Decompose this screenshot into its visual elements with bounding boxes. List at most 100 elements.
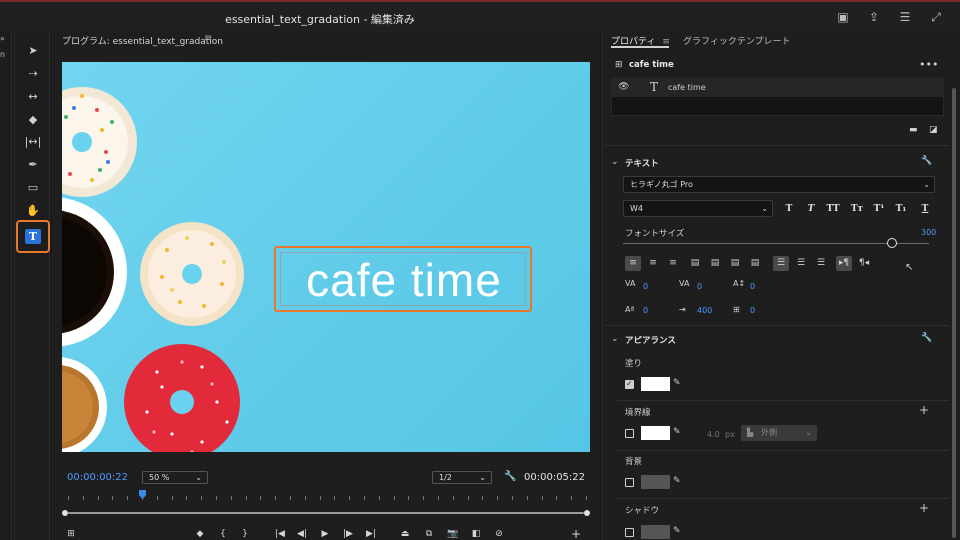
align-right-button[interactable]: ≡ (665, 256, 681, 271)
stroke-checkbox[interactable] (625, 429, 634, 438)
shadow-color-swatch[interactable] (641, 525, 670, 539)
zoom-select[interactable]: 50 % ⌄ (142, 471, 208, 484)
tsume-value[interactable]: 400 (697, 306, 712, 315)
font-weight-select[interactable]: W4 ⌄ (623, 200, 773, 217)
scrollbar-thumb[interactable] (952, 88, 956, 538)
pen-tool-icon[interactable]: ✒ (23, 156, 43, 174)
faux-italic-button[interactable]: T (805, 204, 817, 216)
slip-tool-icon[interactable]: |↔| (23, 133, 43, 151)
rtl-direction-button[interactable]: ¶◂ (856, 256, 872, 271)
go-to-in-icon[interactable]: |◀ (273, 527, 287, 540)
add-button-icon[interactable]: + (569, 527, 583, 540)
ltr-direction-button[interactable]: ▸¶ (836, 256, 852, 271)
caption-selection-box[interactable]: cafe time (274, 246, 532, 312)
add-stroke-icon[interactable]: + (919, 403, 929, 417)
align-bottom-button[interactable]: ☰ (813, 256, 829, 271)
play-icon[interactable]: ▶ (318, 527, 332, 540)
underline-button[interactable]: T (919, 204, 931, 216)
layer-row[interactable]: 👁 T cafe time (612, 79, 943, 97)
settings-wrench-icon[interactable]: 🔧 (504, 471, 516, 482)
mark-out-icon[interactable]: } (238, 527, 252, 540)
tracking-value[interactable]: 0 (697, 282, 702, 291)
go-to-out-icon[interactable]: ▶| (364, 527, 378, 540)
add-marker-icon[interactable]: ◆ (193, 527, 207, 540)
tab-graphic-templates[interactable]: グラフィックテンプレート (683, 34, 791, 47)
justify-left-button[interactable]: ▤ (687, 256, 703, 271)
scrollbar-start-handle[interactable] (62, 510, 68, 516)
step-back-icon[interactable]: ◀| (295, 527, 309, 540)
wrench-icon[interactable]: 🔧 (921, 156, 932, 166)
eyedropper-icon[interactable]: ✎ (673, 526, 681, 536)
eye-icon[interactable]: 👁 (618, 82, 629, 92)
video-frame[interactable]: cafe time (62, 62, 590, 452)
mark-in-icon[interactable]: { (216, 527, 230, 540)
properties-scrollbar[interactable] (951, 58, 957, 538)
current-timecode[interactable]: 00:00:00:22 (67, 472, 128, 483)
razor-tool-icon[interactable]: ◆ (23, 111, 43, 129)
font-size-value[interactable]: 300 (921, 228, 936, 237)
stroke-color-swatch[interactable] (641, 426, 670, 440)
justify-right-button[interactable]: ▤ (727, 256, 743, 271)
justify-center-button[interactable]: ▤ (707, 256, 723, 271)
extract-icon[interactable]: ⧉ (422, 527, 436, 540)
proxy-toggle-icon[interactable]: ⊘ (492, 527, 506, 540)
export-frame-icon[interactable]: 📷 (446, 527, 460, 540)
fullscreen-icon[interactable]: ⤢ (929, 10, 943, 24)
font-size-slider-track[interactable] (623, 243, 929, 244)
justify-all-button[interactable]: ▤ (747, 256, 763, 271)
all-caps-button[interactable]: TT (825, 204, 841, 216)
align-center-button[interactable]: ≡ (645, 256, 661, 271)
collapse-chevron-icon[interactable]: ⌄ (611, 157, 619, 167)
step-forward-icon[interactable]: |▶ (341, 527, 355, 540)
stroke-position-select[interactable]: ▙ 外側 ⌄ (741, 425, 817, 441)
more-options-icon[interactable]: ••• (919, 58, 938, 71)
kerning-value[interactable]: 0 (643, 282, 648, 291)
expand-panels-icon[interactable]: » (0, 34, 5, 43)
collapse-chevron-icon[interactable]: ⌄ (611, 334, 619, 344)
track-select-tool-icon[interactable]: ⇢ (23, 65, 43, 83)
new-layer-icon[interactable]: ◪ (929, 125, 938, 135)
resolution-select[interactable]: 1/2 ⌄ (432, 471, 492, 484)
superscript-button[interactable]: T¹ (873, 204, 885, 216)
workspace-settings-icon[interactable]: ☰ (898, 10, 912, 24)
small-caps-button[interactable]: Tт (849, 204, 865, 216)
comparison-view-icon[interactable]: ◧ (469, 527, 483, 540)
eyedropper-icon[interactable]: ✎ (673, 378, 681, 388)
faux-bold-button[interactable]: T (783, 204, 795, 216)
rectangle-tool-icon[interactable]: ▭ (23, 179, 43, 197)
selection-tool-icon[interactable]: ➤ (23, 42, 43, 60)
caption-text[interactable]: cafe time (281, 253, 527, 307)
new-group-icon[interactable]: ▬ (909, 125, 918, 135)
background-color-swatch[interactable] (641, 475, 670, 489)
eyedropper-icon[interactable]: ✎ (673, 476, 681, 486)
stroke-width-value[interactable]: 4.0 (707, 430, 720, 439)
baseline-shift-value[interactable]: 0 (643, 306, 648, 315)
add-shadow-icon[interactable]: + (919, 501, 929, 515)
font-family-select[interactable]: ヒラギノ丸ゴ Pro ⌄ (623, 176, 935, 193)
type-tool-icon[interactable]: T (25, 229, 41, 244)
background-checkbox[interactable] (625, 478, 634, 487)
subscript-button[interactable]: T₁ (895, 204, 907, 216)
fill-checkbox[interactable] (625, 379, 634, 389)
ripple-edit-tool-icon[interactable]: ↔ (23, 88, 43, 106)
align-top-button[interactable]: ☰ (773, 256, 789, 271)
fill-color-swatch[interactable] (641, 377, 670, 391)
notification-icon[interactable]: ▣ (836, 10, 850, 24)
transport-settings-icon[interactable]: ⊞ (64, 527, 78, 540)
scrollbar-end-handle[interactable] (584, 510, 590, 516)
program-menu-icon[interactable]: ≡ (204, 33, 212, 44)
align-left-button[interactable]: ≡ (625, 256, 641, 271)
shadow-checkbox[interactable] (625, 528, 634, 537)
ruler-tick (319, 496, 321, 500)
font-size-slider-thumb[interactable] (887, 238, 898, 248)
wrench-icon[interactable]: 🔧 (921, 333, 932, 343)
hand-tool-icon[interactable]: ✋ (23, 202, 43, 220)
zoom-scrollbar[interactable] (62, 510, 590, 516)
type-tool-selected[interactable]: T (16, 220, 50, 253)
lift-icon[interactable]: ⏏ (398, 527, 412, 540)
align-middle-button[interactable]: ☰ (793, 256, 809, 271)
eyedropper-icon[interactable]: ✎ (673, 427, 681, 437)
tab-width-value[interactable]: 0 (750, 306, 755, 315)
leading-value[interactable]: 0 (750, 282, 755, 291)
share-icon[interactable]: ⇪ (867, 10, 881, 24)
